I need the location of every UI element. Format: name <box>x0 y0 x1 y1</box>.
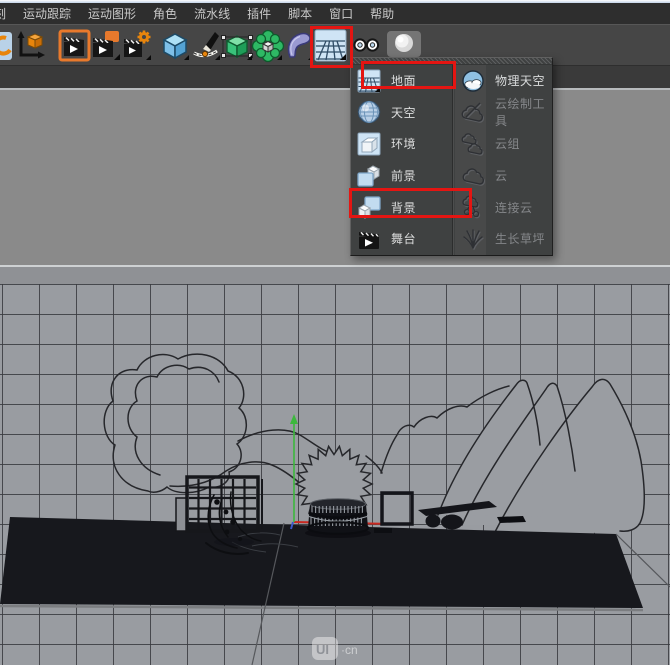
frame-object <box>380 491 414 526</box>
cloud-pen-icon <box>461 102 485 124</box>
viewport-scene: UI ·cn <box>0 353 670 665</box>
main-toolbar <box>0 24 670 66</box>
menu-item-label: 物理天空 <box>495 74 546 89</box>
subdivision-surface-icon[interactable] <box>220 29 254 63</box>
toolbar-lower-strip <box>0 66 670 90</box>
pot-object <box>425 514 441 528</box>
menu-item-label: 地面 <box>391 74 417 89</box>
array-icon[interactable] <box>251 29 285 63</box>
cinema4d-window: 刻 运动跟踪 运动图形 角色 流水线 插件 脚本 窗口 帮助 UI ·cn 地面… <box>0 0 670 665</box>
grass-icon <box>463 229 484 250</box>
menu-item-cloud[interactable]: 云 <box>455 160 554 192</box>
menu-item-label: 背景 <box>391 200 417 215</box>
render-settings-icon[interactable] <box>120 29 154 63</box>
cloud-icon <box>462 167 485 186</box>
menu-item-label: 舞台 <box>391 232 417 247</box>
svg-text:UI: UI <box>316 642 329 657</box>
coordinates-icon[interactable] <box>14 29 48 63</box>
render-view-icon[interactable] <box>58 29 92 63</box>
menu-item-cloud-paint-tool[interactable]: 云绘制工具 <box>455 97 554 129</box>
menu-item-label: 云组 <box>495 137 521 152</box>
physical-sky-icon <box>462 70 484 92</box>
menu-item-label: 生长草坪 <box>495 232 546 247</box>
menu-item-label: 云 <box>495 169 508 184</box>
menu-item-script[interactable]: 脚本 <box>288 5 312 22</box>
menu-item-help[interactable]: 帮助 <box>370 5 394 22</box>
menu-item-cloud-group[interactable]: 云组 <box>455 128 554 160</box>
menu-tearoff-handle[interactable] <box>351 58 552 65</box>
add-cube-icon[interactable] <box>158 29 192 63</box>
menu-item-connect-cloud[interactable]: 连接云 <box>455 191 554 223</box>
menu-item-pipeline[interactable]: 流水线 <box>194 5 230 22</box>
podium-cylinder <box>305 498 371 538</box>
menu-item-label: 云绘制工具 <box>495 97 546 129</box>
menu-item-motion-tracker[interactable]: 运动跟踪 <box>23 5 71 22</box>
menu-item-label: 天空 <box>391 105 417 120</box>
orange-cube <box>26 33 44 49</box>
menu-item-mograph[interactable]: 运动图形 <box>88 5 136 22</box>
sky-icon <box>357 101 381 124</box>
floor-objects-icon[interactable] <box>314 29 348 63</box>
menu-item-label: 前景 <box>391 169 417 184</box>
menu-item-label: 环境 <box>391 137 417 152</box>
render-to-picture-viewer-icon[interactable] <box>89 29 123 63</box>
gear <box>137 30 151 44</box>
environment-icon <box>357 132 381 156</box>
background-icon <box>357 196 381 220</box>
menu-item-character[interactable]: 角色 <box>153 5 177 22</box>
menu-item-label: 连接云 <box>495 200 533 215</box>
pen-spline-icon[interactable] <box>189 29 223 63</box>
viewport-canvas[interactable]: UI ·cn <box>0 265 670 665</box>
menu-item-window[interactable]: 窗口 <box>329 5 353 22</box>
menu-item-sculpt-partial[interactable]: 刻 <box>0 5 6 22</box>
floor-icon <box>357 69 381 93</box>
connect-cloud-icon <box>462 195 481 219</box>
svg-text:·cn: ·cn <box>341 643 358 657</box>
menu-item-grow-grass[interactable]: 生长草坪 <box>455 223 554 255</box>
stage-clapperboard-icon <box>359 231 379 249</box>
watermark: UI ·cn <box>312 637 358 660</box>
menu-right-column: 物理天空 云绘制工具 云组 云 连接云 生长草坪 <box>455 65 554 255</box>
menu-item-physical-sky[interactable]: 物理天空 <box>455 65 554 97</box>
upper-viewport-empty-area[interactable] <box>0 90 670 265</box>
cloud-group-icon <box>461 133 484 156</box>
bend-deformer-icon[interactable] <box>282 29 316 63</box>
foreground-icon <box>357 165 381 187</box>
menu-bar: 刻 运动跟踪 运动图形 角色 流水线 插件 脚本 窗口 帮助 <box>0 3 670 24</box>
environment-object-menu: 地面 天空 环境 前景 背景 舞台 物理天空 云绘制工具 云组 云 连接云 生长… <box>350 57 553 256</box>
menu-item-plugins[interactable]: 插件 <box>247 5 271 22</box>
